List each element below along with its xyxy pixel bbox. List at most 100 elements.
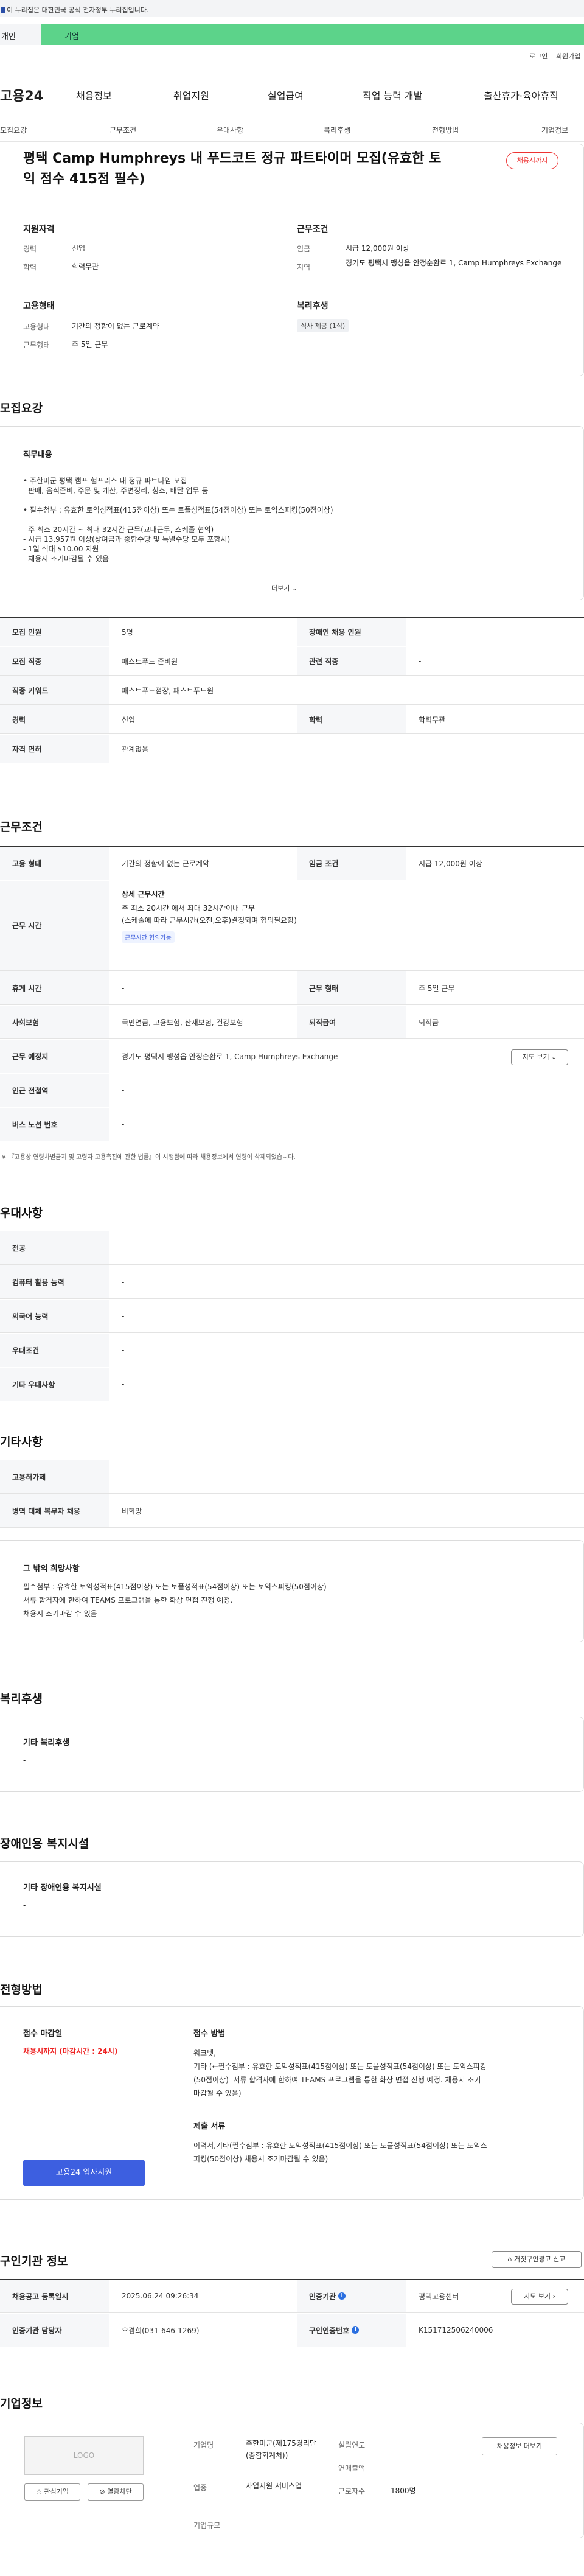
docs-line: 이력서,기타(필수첨부 : 유효한 토익성적표(415점이상) 또는 토플성적표… — [193, 2141, 487, 2150]
etc-line: 서류 합격자에 한하여 TEAMS 프로그램을 통한 화상 면접 진행 예정. — [23, 1596, 233, 1605]
type-heading: 고용형태 — [23, 301, 55, 311]
row-label: 사회보험 — [0, 1006, 109, 1038]
company-heading: 기업정보 — [0, 2397, 43, 2410]
map-button[interactable]: 지도 보기 ⌄ — [511, 1049, 568, 1065]
anchor-prefer[interactable]: 우대사항 — [217, 125, 243, 135]
table-row: 컴퓨터 활용 능력 - — [0, 1265, 584, 1299]
table-row: 근무 시간 — [0, 881, 584, 971]
etc-box-text: 필수첨부 : 유효한 토익성적표(415점이상) 또는 토플성적표(54점이상)… — [23, 1580, 327, 1620]
cond-heading: 근무조건 — [297, 225, 328, 234]
more-jobs-button[interactable]: 채용정보 더보기 — [482, 2437, 557, 2455]
tab-personal[interactable]: 개인 — [0, 24, 41, 45]
duty-line — [23, 495, 333, 505]
anchor-welfare[interactable]: 복리후생 — [324, 125, 350, 135]
sales-value: - — [391, 2463, 394, 2472]
chevron-down-icon: ⌄ — [291, 584, 298, 592]
anchor-selection[interactable]: 전형방법 — [432, 125, 459, 135]
block-label: 열람차단 — [107, 2488, 132, 2496]
company-name-value: 주한미군(제175경리단(종합회계처)) — [246, 2439, 316, 2460]
table-row: 모집 인원 5명 장애인 채용 인원 - — [0, 618, 584, 646]
wage-label: 임금 — [297, 245, 311, 253]
etc-heading: 기타사항 — [0, 1435, 43, 1449]
signup-link[interactable]: 회원가입 — [556, 51, 580, 61]
gnb-item-benefit[interactable]: 실업급여 — [268, 88, 304, 102]
row-label: 경력 — [0, 705, 109, 733]
employees-label: 근로자수 — [338, 2487, 366, 2496]
docs-text: 이력서,기타(필수첨부 : 유효한 토익성적표(415점이상) 또는 토플성적표… — [193, 2139, 487, 2166]
table-row: 고용 형태 기간의 정함이 없는 근로계약 임금 조건 시급 12,000원 이… — [0, 847, 584, 880]
duty-line: - 주 최소 20시간 ~ 최대 32시간 근무(교대근무, 스케줄 협의) — [23, 525, 214, 534]
more-button[interactable]: 더보기 ⌄ — [271, 583, 297, 593]
block-icon: ⊘ — [99, 2488, 105, 2496]
gnb-item-training[interactable]: 직업 능력 개발 — [363, 88, 423, 102]
table-row: 자격 면허 관계없음 — [0, 735, 584, 763]
company-logo: LOGO — [24, 2436, 144, 2475]
info-icon[interactable]: i — [352, 2326, 360, 2334]
type-value: 기간의 정함이 없는 근로계약 — [72, 322, 159, 331]
duty-line: - 판매, 음식준비, 주문 및 계산, 주변정리, 청소, 배달 업무 등 — [23, 486, 209, 495]
row-label-text: 인증기관 — [309, 2292, 336, 2301]
more-label: 더보기 — [271, 584, 290, 592]
row-label: 고용 형태 — [0, 847, 109, 880]
row-label: 직종 키워드 — [0, 676, 109, 704]
etc-line: 채용시 조기마감 수 있음 — [23, 1609, 97, 1618]
row-value: K151712506240006 — [419, 2326, 493, 2334]
anchor-recruit[interactable]: 모집요강 — [0, 125, 27, 135]
row-value: - — [122, 1472, 125, 1481]
row-value: - — [122, 1086, 125, 1094]
star-icon: ☆ — [36, 2488, 42, 2496]
row-value: - — [419, 628, 422, 636]
row-label: 채용공고 등록일시 — [0, 2280, 109, 2312]
loc-label: 지역 — [297, 263, 311, 271]
wage-value: 시급 12,000원 이상 — [346, 244, 409, 253]
status-badge: 채용시까지 — [506, 152, 558, 169]
row-value: 오경희(031-646-1269) — [122, 2326, 200, 2335]
login-link[interactable]: 로그인 — [529, 51, 548, 61]
block-button[interactable]: ⊘ 열람차단 — [88, 2483, 144, 2501]
agency-map-button[interactable]: 지도 보기 › — [511, 2289, 568, 2305]
row-label: 병역 대체 복무자 채용 — [0, 1494, 109, 1527]
chevron-right-icon: › — [552, 2292, 555, 2300]
method-heading: 접수 방법 — [193, 2029, 226, 2039]
duty-line: • 주한미군 평택 캠프 험프리스 내 정규 파트타임 모집 — [23, 477, 187, 485]
gnb-item-jobs[interactable]: 채용정보 — [76, 88, 112, 102]
row-label: 퇴직급여 — [297, 1006, 406, 1038]
row-label: 버스 노선 번호 — [0, 1108, 109, 1141]
sales-label: 연매출액 — [338, 2464, 366, 2473]
favorite-label: 관심기업 — [44, 2488, 69, 2496]
prefer-heading: 우대사항 — [0, 1206, 43, 1220]
favorite-button[interactable]: ☆ 관심기업 — [24, 2483, 80, 2501]
industry-label: 업종 — [193, 2483, 207, 2492]
gnb-item-leave[interactable]: 출산휴가·육아휴직 — [484, 88, 558, 102]
row-label: 인증기관 i — [297, 2280, 406, 2312]
row-value: 5명 — [122, 628, 133, 637]
table-row: 직종 키워드 패스트푸드점장, 패스트푸드원 — [0, 676, 584, 705]
brand-logo[interactable]: 고용24 — [0, 85, 43, 105]
est-value: - — [391, 2440, 394, 2449]
report-button[interactable]: ⌂ 거짓구인광고 신고 — [492, 2251, 582, 2268]
type-label: 고용형태 — [23, 323, 50, 331]
row-label: 고용허가제 — [0, 1460, 109, 1493]
apply-button[interactable]: 고용24 입사지원 — [23, 2160, 145, 2186]
row-label: 근무 형태 — [297, 971, 406, 1004]
table-row: 인근 전철역 - — [0, 1074, 584, 1107]
method-text: 워크넷, 기타 (←필수첨부 : 유효한 토익성적표(415점이상) 또는 토플성… — [193, 2046, 487, 2100]
table-row: 모집 직종 패스트푸드 준비원 관련 직종 - — [0, 647, 584, 676]
anchor-conditions[interactable]: 근무조건 — [109, 125, 136, 135]
tab-company[interactable]: 기업 — [41, 24, 584, 45]
welfare-box-value: - — [23, 1756, 26, 1765]
info-icon[interactable]: i — [338, 2292, 346, 2300]
anchor-company[interactable]: 기업정보 — [541, 125, 568, 135]
etc-box-heading: 그 밖의 희망사항 — [23, 1564, 80, 1573]
size-label: 기업규모 — [193, 2521, 221, 2530]
hours-line: (스케줄에 따라 근무시간(오전,오후)결정되며 협의필요함) — [122, 916, 297, 925]
user-type-tabs: 개인 기업 — [0, 24, 584, 45]
gov-banner: 이 누리집은 대한민국 공식 전자정부 누리집입니다. — [0, 0, 584, 17]
welfare-section-heading: 복리후생 — [0, 1692, 43, 1706]
disabled-box-value: - — [23, 1901, 26, 1909]
size-value: - — [246, 2521, 249, 2529]
table-row: 인증기관 담당자 오경희(031-646-1269) 구인인증번호 i K1517… — [0, 2314, 584, 2347]
row-label: 컴퓨터 활용 능력 — [0, 1265, 109, 1298]
row-value: 신입 — [122, 715, 136, 724]
gnb-item-support[interactable]: 취업지원 — [173, 88, 209, 102]
